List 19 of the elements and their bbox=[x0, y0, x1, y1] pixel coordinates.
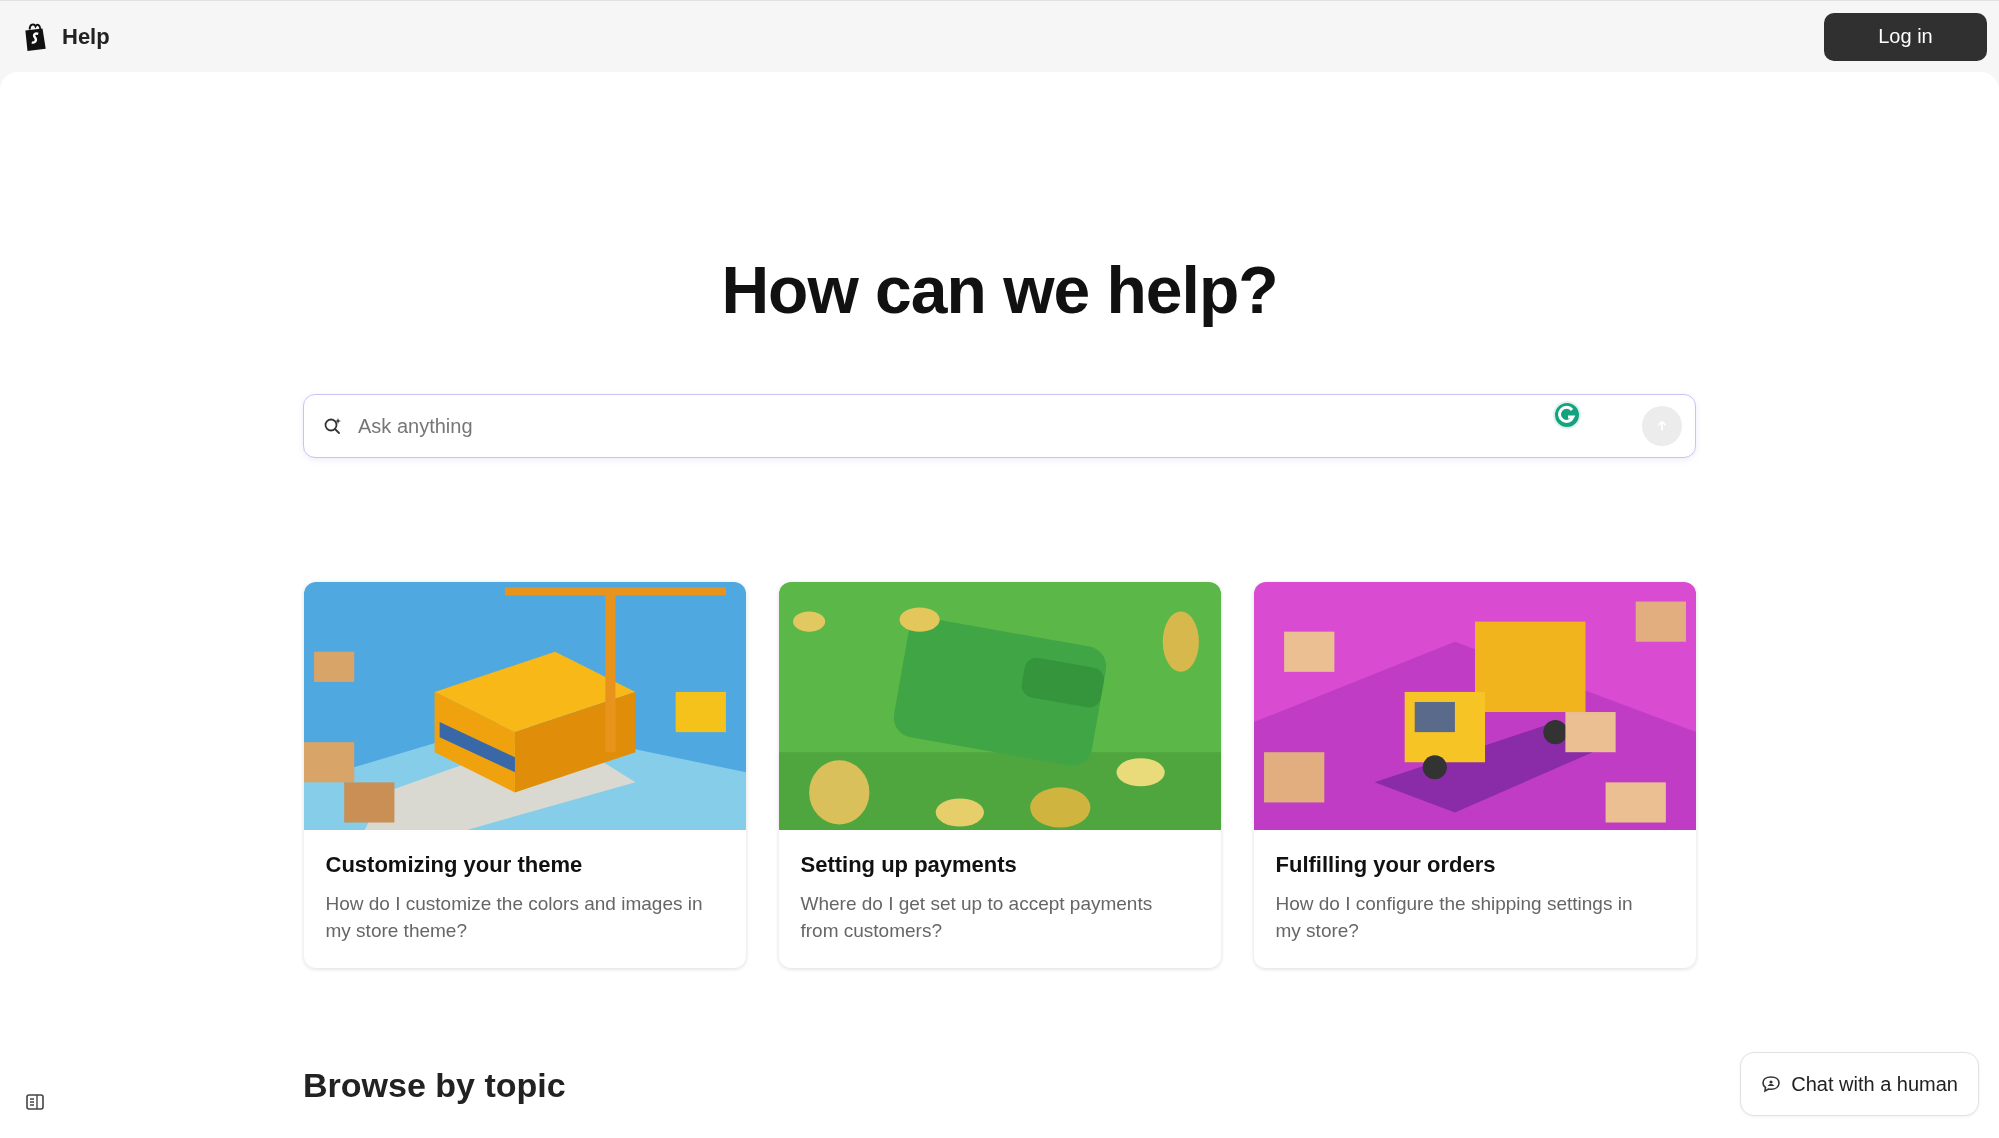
topic-card[interactable]: Customizing your theme How do I customize the colors and images in my store theme? bbox=[303, 582, 746, 968]
card-title: Fulfilling your orders bbox=[1275, 852, 1497, 878]
topic-card[interactable]: Setting up payments Where do I get set up to accept payments from customers? bbox=[778, 582, 1221, 968]
topic-card[interactable]: Fulfilling your orders How do I configure the shipping settings in my store? bbox=[1253, 582, 1696, 968]
login-button[interactable]: Log in bbox=[1824, 12, 1987, 61]
page-heading: How can we help? bbox=[721, 252, 1278, 328]
card-description: How do I customize the colors and images in my store theme? bbox=[325, 892, 704, 943]
chat-button[interactable]: Chat with a human bbox=[1740, 1052, 1979, 1116]
section-heading: Browse by topic bbox=[303, 1066, 566, 1105]
site-title: Help bbox=[62, 23, 110, 50]
search-icon bbox=[323, 416, 343, 436]
card-title: Customizing your theme bbox=[325, 852, 584, 878]
card-description: How do I configure the shipping settings in my store? bbox=[1275, 892, 1634, 943]
search-field[interactable]: Ask anything bbox=[303, 394, 1696, 458]
card-title: Setting up payments bbox=[800, 852, 1018, 878]
sidebar-toggle-icon[interactable] bbox=[25, 1092, 45, 1112]
card-description: Where do I get set up to accept payments from customers? bbox=[800, 892, 1154, 943]
shopping-bag-icon bbox=[22, 21, 48, 52]
chat-bubble-icon bbox=[1761, 1074, 1782, 1094]
